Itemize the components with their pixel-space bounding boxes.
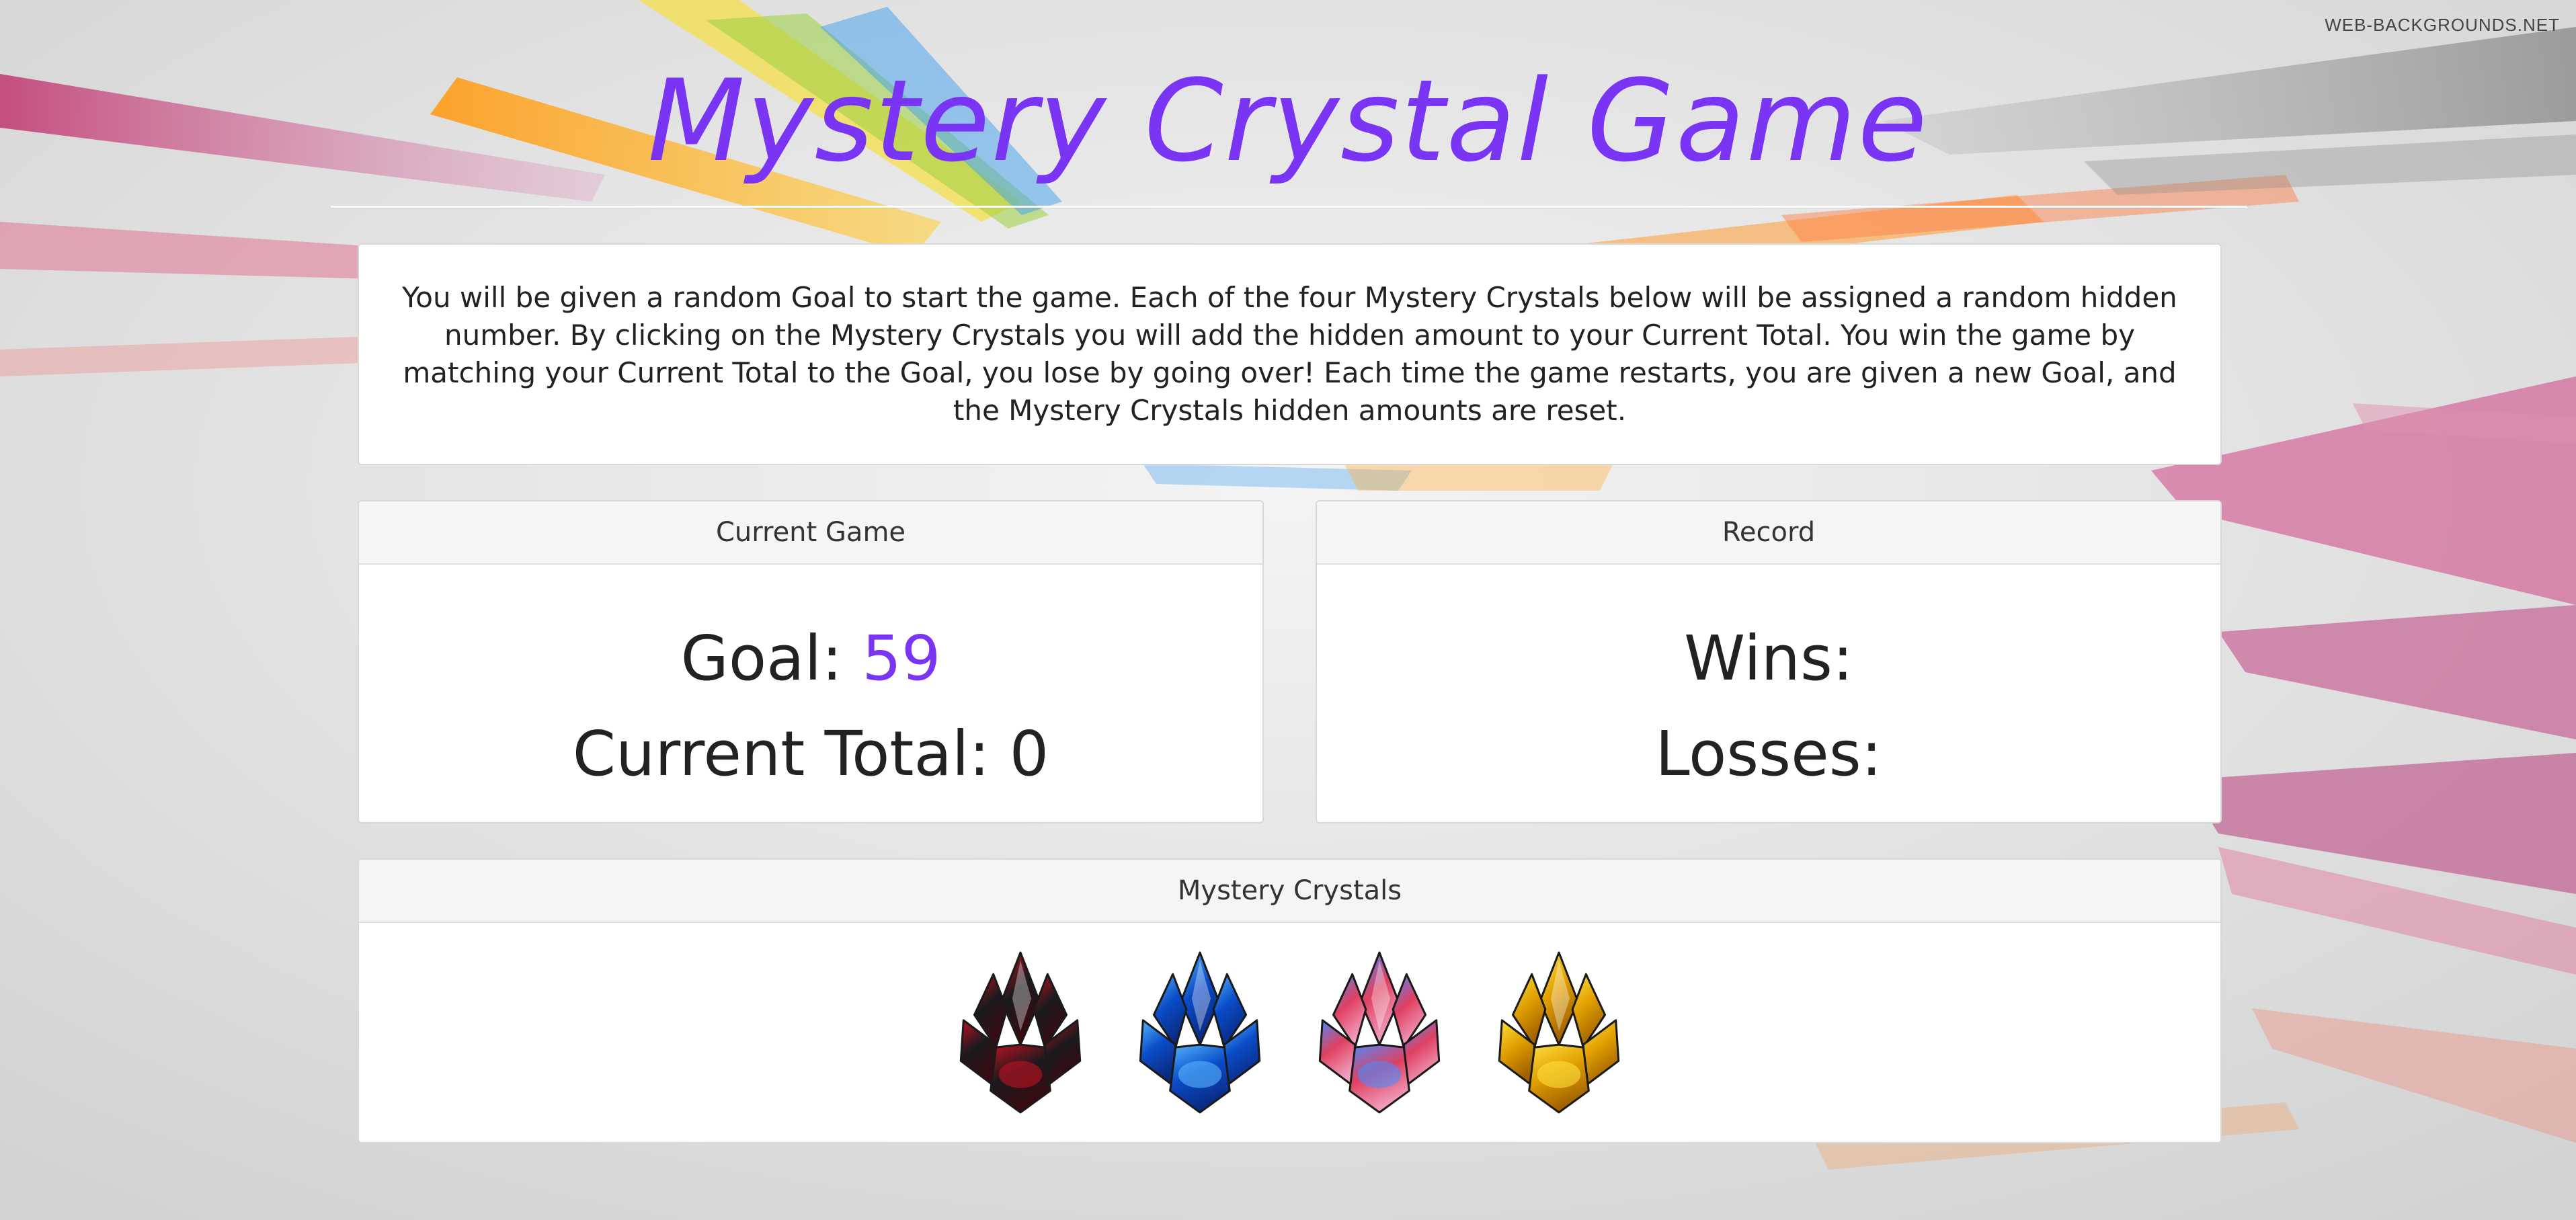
current-total-value: 0 (1009, 718, 1049, 790)
record-panel: Record Wins: Losses: (1316, 500, 2222, 823)
crystal-row (359, 950, 2220, 1118)
wins-label: Wins: (1684, 622, 1853, 694)
wins-line: Wins: (1317, 622, 2220, 694)
record-heading: Record (1317, 501, 2220, 565)
current-game-panel: Current Game Goal: 59 Current Total: 0 (358, 500, 1264, 823)
blue-crystal-icon[interactable] (1132, 950, 1268, 1118)
goal-value: 59 (862, 622, 941, 694)
losses-line: Losses: (1317, 718, 2220, 790)
instructions-text: You will be given a random Goal to start… (402, 281, 2177, 427)
current-total-line: Current Total: 0 (359, 718, 1262, 790)
current-total-label: Current Total: (572, 718, 1010, 790)
red-black-crystal-icon[interactable] (953, 950, 1088, 1118)
pink-blue-crystal-icon[interactable] (1312, 950, 1447, 1118)
title-divider (331, 206, 2247, 208)
losses-label: Losses: (1655, 718, 1882, 790)
goal-line: Goal: 59 (359, 622, 1262, 694)
watermark-text: WEB-BACKGROUNDS.NET (2325, 15, 2560, 35)
page: Mystery Crystal Game You will be given a… (0, 0, 2576, 1220)
mystery-crystals-panel: Mystery Crystals (358, 858, 2222, 1143)
current-game-heading: Current Game (359, 501, 1262, 565)
instructions-panel: You will be given a random Goal to start… (358, 243, 2222, 465)
mystery-crystals-heading: Mystery Crystals (359, 860, 2220, 923)
page-title: Mystery Crystal Game (647, 55, 1929, 187)
goal-label: Goal: (680, 622, 862, 694)
yellow-crystal-icon[interactable] (1491, 950, 1627, 1118)
